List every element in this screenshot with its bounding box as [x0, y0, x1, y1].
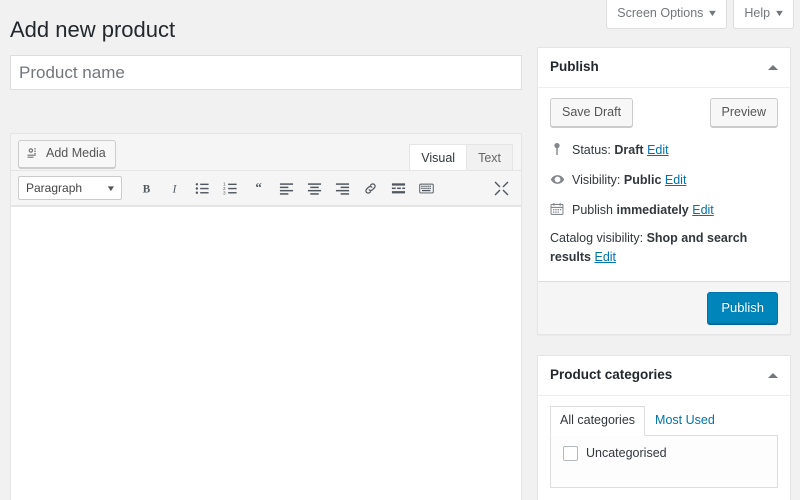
visibility-row: Visibility: Public Edit — [550, 167, 778, 197]
tab-all-categories[interactable]: All categories — [550, 406, 645, 436]
add-media-button[interactable]: Add Media — [18, 140, 116, 168]
product-categories-header: Product categories — [538, 356, 790, 396]
align-right-icon[interactable] — [329, 175, 355, 201]
status-row: Status: Draft Edit — [550, 137, 778, 167]
status-text: Status: Draft Edit — [572, 141, 669, 160]
bold-icon[interactable]: B — [133, 175, 159, 201]
list-item: Uncategorised — [563, 446, 767, 461]
publish-panel: Publish Save Draft Preview Status: Draft… — [537, 47, 791, 335]
catalog-visibility-edit-link[interactable]: Edit — [594, 250, 616, 264]
tab-visual[interactable]: Visual — [409, 144, 467, 173]
svg-text:“: “ — [255, 181, 261, 195]
schedule-text: Publish immediately Edit — [572, 201, 714, 220]
screen-options-button[interactable]: Screen Options ▼ — [606, 0, 727, 29]
save-draft-button[interactable]: Save Draft — [550, 98, 633, 128]
chevron-down-icon: ▼ — [707, 9, 718, 18]
chevron-up-icon[interactable] — [768, 65, 778, 70]
svg-text:3: 3 — [223, 190, 226, 195]
schedule-value: immediately — [616, 203, 688, 217]
product-title-wrap — [10, 55, 522, 90]
product-categories-body: All categories Most Used Uncategorised +… — [538, 396, 790, 500]
main-column — [10, 55, 522, 90]
status-value: Draft — [614, 143, 643, 157]
page-title: Add new product — [10, 16, 175, 45]
product-categories-title: Product categories — [550, 366, 672, 385]
catalog-visibility-row: Catalog visibility: Shop and search resu… — [550, 227, 778, 274]
visibility-eye-icon — [550, 172, 566, 187]
svg-text:I: I — [171, 183, 177, 195]
catalog-visibility-label: Catalog visibility: — [550, 231, 643, 245]
status-label: Status: — [572, 143, 611, 157]
schedule-label: Publish — [572, 203, 613, 217]
publish-panel-title: Publish — [550, 58, 599, 77]
screen-options-label: Screen Options — [617, 6, 703, 20]
chevron-down-icon: ▼ — [774, 9, 785, 18]
tab-most-used[interactable]: Most Used — [645, 406, 725, 436]
publish-panel-header: Publish — [538, 48, 790, 88]
numbered-list-icon[interactable]: 1 2 3 — [217, 175, 243, 201]
paragraph-format-select[interactable]: Paragraph ▼ — [18, 176, 122, 200]
publish-actions-row: Save Draft Preview — [550, 98, 778, 128]
status-edit-link[interactable]: Edit — [647, 143, 669, 157]
editor-toolbar: Paragraph ▼ B I 1 2 3 — [11, 170, 521, 206]
publish-panel-footer: Publish — [538, 281, 790, 334]
tab-text[interactable]: Text — [466, 144, 513, 173]
add-media-label: Add Media — [46, 147, 106, 160]
publish-button[interactable]: Publish — [707, 292, 778, 324]
fullscreen-icon[interactable] — [488, 175, 514, 201]
toolbar-toggle-icon[interactable] — [413, 175, 439, 201]
editor-media-row: Add Media Visual Text — [11, 134, 521, 170]
screen-meta-bar: Screen Options ▼ Help ▼ — [606, 0, 800, 29]
publish-panel-body: Save Draft Preview Status: Draft Edit — [538, 88, 790, 282]
schedule-edit-link[interactable]: Edit — [692, 203, 714, 217]
category-checkbox-uncategorised[interactable] — [563, 446, 578, 461]
schedule-row: Publish immediately Edit — [550, 197, 778, 227]
read-more-icon[interactable] — [385, 175, 411, 201]
post-status-pin-icon — [550, 142, 566, 156]
preview-button[interactable]: Preview — [710, 98, 778, 128]
category-tabs: All categories Most Used — [550, 405, 778, 436]
visibility-text: Visibility: Public Edit — [572, 171, 686, 190]
editor-content-area[interactable] — [11, 206, 521, 500]
product-name-input[interactable] — [10, 55, 522, 90]
visibility-edit-link[interactable]: Edit — [665, 173, 687, 187]
category-label: Uncategorised — [586, 446, 667, 460]
format-select-value: Paragraph — [26, 181, 82, 195]
post-editor: Add Media Visual Text Paragraph ▼ B I — [10, 133, 522, 500]
bulleted-list-icon[interactable] — [189, 175, 215, 201]
italic-icon[interactable]: I — [161, 175, 187, 201]
category-list[interactable]: Uncategorised — [550, 436, 778, 488]
align-left-icon[interactable] — [273, 175, 299, 201]
align-center-icon[interactable] — [301, 175, 327, 201]
visibility-value: Public — [624, 173, 662, 187]
sidebar: Publish Save Draft Preview Status: Draft… — [537, 47, 791, 500]
blockquote-icon[interactable]: “ — [245, 175, 271, 201]
calendar-icon — [550, 202, 566, 216]
help-label: Help — [744, 6, 770, 20]
editor-mode-tabs: Visual Text — [410, 144, 513, 173]
help-button[interactable]: Help ▼ — [733, 0, 794, 29]
svg-text:B: B — [142, 183, 150, 195]
chevron-up-icon[interactable] — [768, 373, 778, 378]
chevron-down-icon: ▼ — [106, 184, 116, 193]
link-icon[interactable] — [357, 175, 383, 201]
product-categories-panel: Product categories All categories Most U… — [537, 355, 791, 500]
media-camera-icon — [26, 146, 41, 161]
visibility-label: Visibility: — [572, 173, 620, 187]
